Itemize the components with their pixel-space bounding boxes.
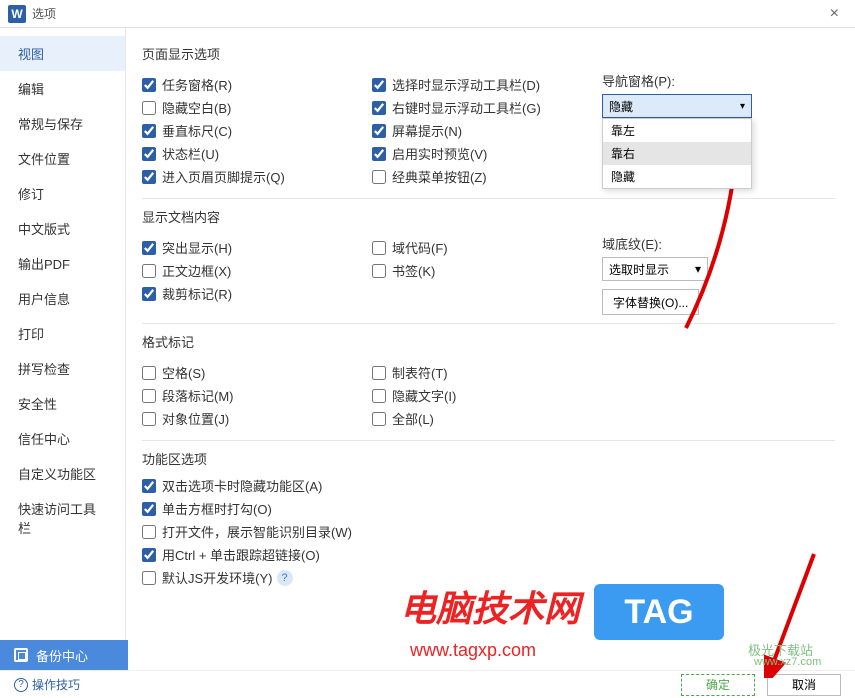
chk-classic-menu-button[interactable]: 经典菜单按钮(Z)	[372, 167, 602, 186]
cancel-button[interactable]: 取消	[767, 674, 841, 696]
info-icon[interactable]: ?	[277, 570, 293, 586]
chevron-down-icon: ▾	[695, 262, 701, 276]
sidebar-item-general-save[interactable]: 常规与保存	[0, 106, 125, 141]
section-title-doc-content: 显示文档内容	[142, 207, 835, 226]
nav-pane-value: 隐藏	[609, 98, 633, 115]
section-title-ribbon: 功能区选项	[142, 449, 835, 468]
chk-spaces[interactable]: 空格(S)	[142, 363, 372, 382]
chk-tab-char[interactable]: 制表符(T)	[372, 363, 602, 382]
chk-crop-marks[interactable]: 裁剪标记(R)	[142, 284, 372, 303]
sidebar-item-revision[interactable]: 修订	[0, 176, 125, 211]
chk-live-preview[interactable]: 启用实时预览(V)	[372, 144, 602, 163]
ok-button[interactable]: 确定	[681, 674, 755, 696]
sidebar-item-trust-center[interactable]: 信任中心	[0, 421, 125, 456]
sidebar-item-quick-access[interactable]: 快速访问工具栏	[0, 491, 125, 545]
chk-highlight[interactable]: 突出显示(H)	[142, 238, 372, 257]
sidebar-item-custom-ribbon[interactable]: 自定义功能区	[0, 456, 125, 491]
sidebar-item-view[interactable]: 视图	[0, 36, 125, 71]
chk-open-show-smart-toc[interactable]: 打开文件，展示智能识别目录(W)	[142, 522, 835, 541]
chk-status-bar[interactable]: 状态栏(U)	[142, 144, 372, 163]
titlebar: W 选项 ×	[0, 0, 855, 28]
nav-pane-combo[interactable]: 隐藏 ▾ 靠左 靠右 隐藏	[602, 94, 752, 118]
chk-default-js-env[interactable]: 默认JS开发环境(Y)?	[142, 568, 835, 587]
section-title-format-marks: 格式标记	[142, 332, 835, 351]
chk-ctrl-click-hyperlink[interactable]: 用Ctrl + 单击跟踪超链接(O)	[142, 545, 835, 564]
chk-vertical-ruler[interactable]: 垂直标尺(C)	[142, 121, 372, 140]
footer-row: ? 操作技巧 确定 取消	[0, 670, 855, 698]
chk-all[interactable]: 全部(L)	[372, 409, 602, 428]
watermark-url: www.tagxp.com	[410, 640, 536, 661]
nav-pane-option-right[interactable]: 靠右	[603, 142, 751, 165]
section-title-page-display: 页面显示选项	[142, 44, 835, 63]
help-icon: ?	[14, 678, 28, 692]
sidebar-item-file-location[interactable]: 文件位置	[0, 141, 125, 176]
sidebar-item-print[interactable]: 打印	[0, 316, 125, 351]
close-icon[interactable]: ×	[822, 5, 847, 23]
chk-hidden-text[interactable]: 隐藏文字(I)	[372, 386, 602, 405]
chk-bookmark[interactable]: 书签(K)	[372, 261, 602, 280]
chevron-down-icon: ▾	[740, 101, 745, 112]
chk-click-box-check[interactable]: 单击方框时打勾(O)	[142, 499, 835, 518]
nav-pane-dropdown: 靠左 靠右 隐藏	[602, 118, 752, 189]
nav-pane-option-left[interactable]: 靠左	[603, 119, 751, 142]
chk-screen-tips[interactable]: 屏幕提示(N)	[372, 121, 602, 140]
operation-tips-link[interactable]: ? 操作技巧	[14, 676, 80, 693]
field-shading-label: 域底纹(E):	[602, 234, 835, 253]
chk-field-code[interactable]: 域代码(F)	[372, 238, 602, 257]
backup-center-button[interactable]: 备份中心	[0, 640, 128, 670]
field-shading-select[interactable]: 选取时显示 ▾	[602, 257, 708, 281]
chk-paragraph-mark[interactable]: 段落标记(M)	[142, 386, 372, 405]
chk-float-toolbar-select[interactable]: 选择时显示浮动工具栏(D)	[372, 75, 602, 94]
app-icon: W	[8, 5, 26, 23]
font-substitution-button[interactable]: 字体替换(O)...	[602, 289, 699, 315]
sidebar-item-spellcheck[interactable]: 拼写检查	[0, 351, 125, 386]
chk-dblclick-hide-ribbon[interactable]: 双击选项卡时隐藏功能区(A)	[142, 476, 835, 495]
watermark-url-2: www.xz7.com	[754, 656, 821, 668]
chk-header-footer-tip[interactable]: 进入页眉页脚提示(Q)	[142, 167, 372, 186]
sidebar-item-security[interactable]: 安全性	[0, 386, 125, 421]
watermark-text-2: 极光下载站	[748, 640, 813, 659]
backup-icon	[14, 648, 28, 662]
sidebar-item-chinese-layout[interactable]: 中文版式	[0, 211, 125, 246]
chk-hide-blank[interactable]: 隐藏空白(B)	[142, 98, 372, 117]
chk-float-toolbar-rightclick[interactable]: 右键时显示浮动工具栏(G)	[372, 98, 602, 117]
sidebar-item-output-pdf[interactable]: 输出PDF	[0, 246, 125, 281]
sidebar-item-edit[interactable]: 编辑	[0, 71, 125, 106]
sidebar-item-user-info[interactable]: 用户信息	[0, 281, 125, 316]
chk-object-position[interactable]: 对象位置(J)	[142, 409, 372, 428]
chk-text-border[interactable]: 正文边框(X)	[142, 261, 372, 280]
nav-pane-label: 导航窗格(P):	[602, 71, 835, 90]
main-panel: 页面显示选项 任务窗格(R) 隐藏空白(B) 垂直标尺(C) 状态栏(U) 进入…	[126, 28, 855, 640]
window-title: 选项	[32, 5, 56, 22]
nav-pane-option-hide[interactable]: 隐藏	[603, 165, 751, 188]
chk-task-pane[interactable]: 任务窗格(R)	[142, 75, 372, 94]
sidebar: 视图 编辑 常规与保存 文件位置 修订 中文版式 输出PDF 用户信息 打印 拼…	[0, 28, 126, 640]
